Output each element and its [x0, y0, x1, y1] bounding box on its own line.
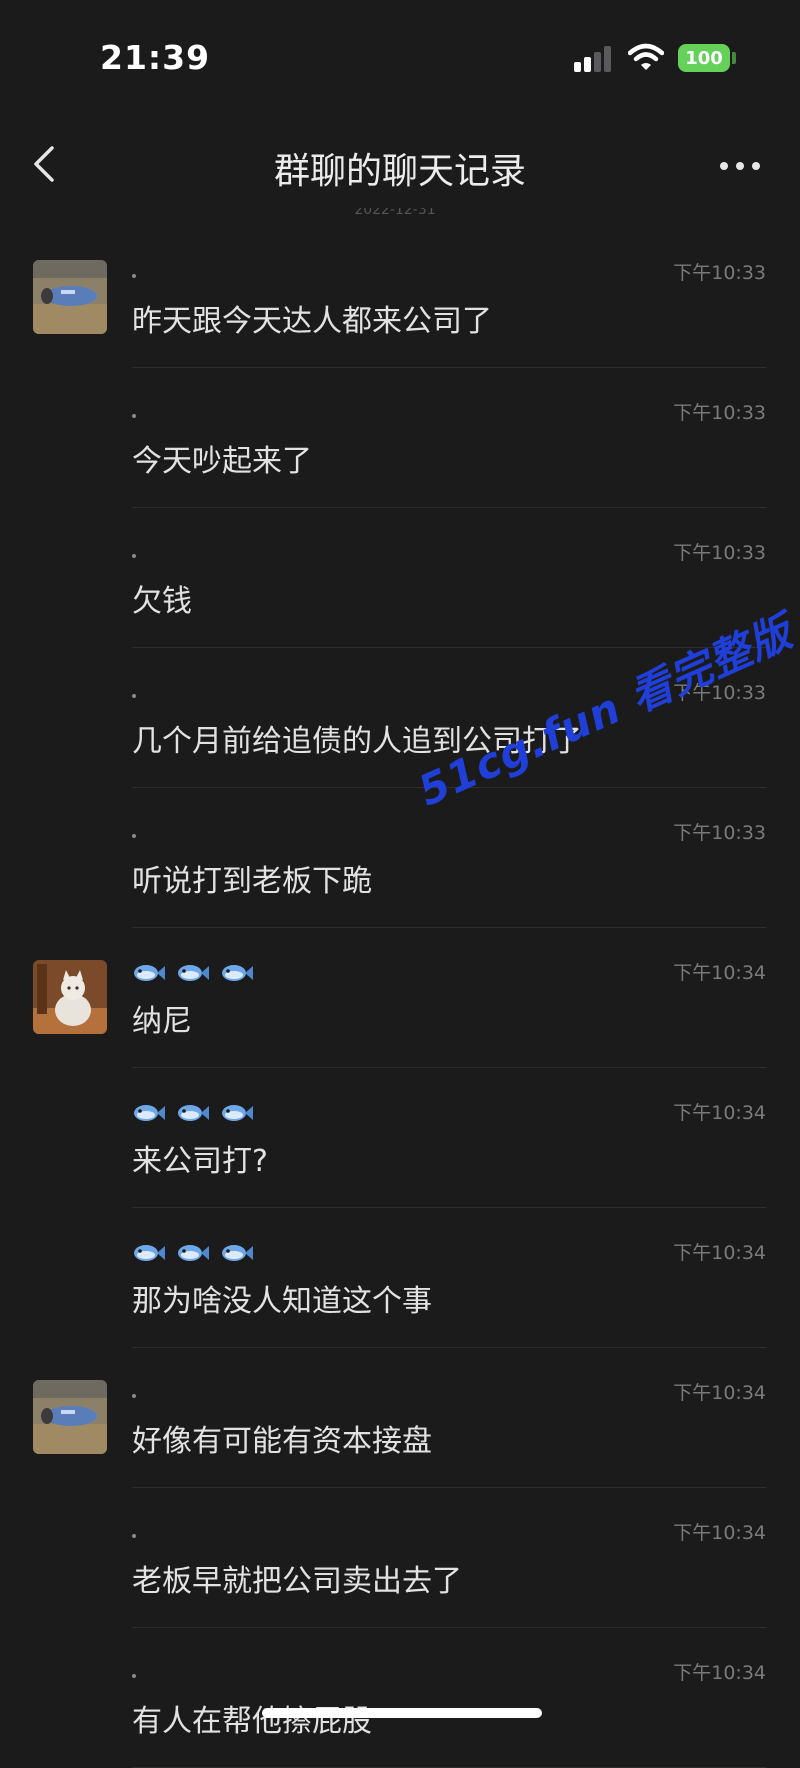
fish-icon [222, 965, 253, 981]
message-time: 下午10:33 [673, 402, 766, 424]
fish-icon [178, 965, 209, 981]
page-title: 群聊的聊天记录 [273, 151, 526, 192]
message-time: 下午10:34 [673, 962, 766, 984]
message-row[interactable]: 下午10:33 昨天跟今天达人都来公司了 [0, 228, 800, 368]
nav-bar: 群聊的聊天记录 [0, 112, 800, 222]
message-text: 有人在帮他擦屁股 [132, 1704, 372, 1739]
message-text: 那为啥没人知道这个事 [132, 1284, 432, 1319]
dot-icon [132, 834, 136, 838]
fish-icon [134, 1245, 165, 1261]
message-time: 下午10:34 [673, 1102, 766, 1124]
dot-icon [132, 274, 136, 278]
status-bar: 21:39 100 [0, 0, 800, 112]
sender-name [132, 1378, 136, 1408]
message-text: 来公司打? [132, 1144, 268, 1179]
more-dots-icon[interactable] [714, 148, 766, 184]
message-row[interactable]: 下午10:34 好像有可能有资本接盘 [0, 1348, 800, 1488]
fish-icon [222, 1105, 253, 1121]
message-time: 下午10:34 [673, 1382, 766, 1404]
message-row[interactable]: 下午10:34 老板早就把公司卖出去了 [0, 1488, 800, 1628]
message-time: 下午10:33 [673, 542, 766, 564]
sender-name [132, 958, 254, 988]
status-time: 21:39 [100, 38, 211, 77]
battery-icon: 100 [678, 44, 730, 72]
avatar[interactable] [33, 260, 107, 334]
message-text: 纳尼 [132, 1004, 192, 1039]
dot-icon [132, 1674, 136, 1678]
message-time: 下午10:34 [673, 1522, 766, 1544]
message-row[interactable]: 下午10:34 来公司打? [0, 1068, 800, 1208]
sender-name [132, 258, 136, 288]
message-row[interactable]: 下午10:33 今天吵起来了 [0, 368, 800, 508]
message-time: 下午10:33 [673, 262, 766, 284]
sender-name [132, 678, 136, 708]
avatar[interactable] [33, 1380, 107, 1454]
fish-icon [222, 1245, 253, 1261]
fish-icon [178, 1245, 209, 1261]
message-text: 今天吵起来了 [132, 444, 312, 479]
wifi-icon [628, 43, 664, 70]
message-text: 欠钱 [132, 584, 192, 619]
sender-name [132, 538, 136, 568]
message-row[interactable]: 下午10:33 听说打到老板下跪 [0, 788, 800, 928]
message-time: 下午10:33 [673, 822, 766, 844]
message-text: 听说打到老板下跪 [132, 864, 372, 899]
message-time: 下午10:34 [673, 1242, 766, 1264]
fish-icon [134, 965, 165, 981]
dot-icon [132, 1534, 136, 1538]
message-row[interactable]: 下午10:34 有人在帮他擦屁股 [0, 1628, 800, 1768]
message-row[interactable]: 下午10:34 纳尼 [0, 928, 800, 1068]
cellular-signal-icon [574, 44, 614, 72]
message-row[interactable]: 下午10:34 那为啥没人知道这个事 [0, 1208, 800, 1348]
dot-icon [132, 414, 136, 418]
sender-name [132, 818, 136, 848]
sender-name [132, 1238, 254, 1268]
battery-tip [732, 52, 736, 64]
message-row[interactable]: 下午10:33 欠钱 [0, 508, 800, 648]
home-indicator [262, 1708, 542, 1718]
message-text: 好像有可能有资本接盘 [132, 1424, 432, 1459]
message-text: 昨天跟今天达人都来公司了 [132, 304, 492, 339]
fish-icon [134, 1105, 165, 1121]
dot-icon [132, 554, 136, 558]
dot-icon [132, 1394, 136, 1398]
date-header: 2022-12-31 [354, 208, 436, 218]
sender-name [132, 1098, 254, 1128]
chat-list[interactable]: 下午10:33 昨天跟今天达人都来公司了 下午10:33 今天吵起来了 下午10:33 欠… [0, 228, 800, 1768]
avatar[interactable] [33, 960, 107, 1034]
message-time: 下午10:34 [673, 1662, 766, 1684]
message-text: 老板早就把公司卖出去了 [132, 1564, 462, 1599]
battery-level: 100 [685, 47, 723, 69]
dot-icon [132, 694, 136, 698]
sender-name [132, 398, 136, 428]
sender-name [132, 1518, 136, 1548]
fish-icon [178, 1105, 209, 1121]
sender-name [132, 1658, 136, 1688]
